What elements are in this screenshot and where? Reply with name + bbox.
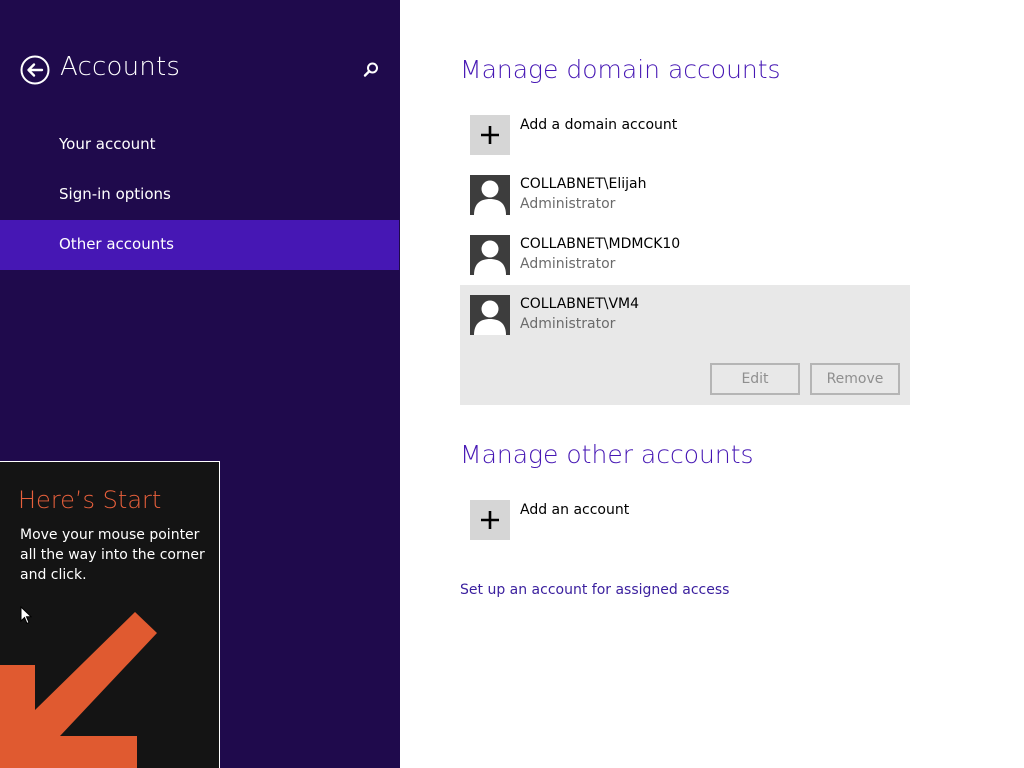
sidebar-item-sign-in-options[interactable]: Sign-in options (0, 170, 399, 220)
add-account-button[interactable]: Add an account (470, 500, 830, 540)
add-account-label: Add an account (520, 502, 630, 518)
account-role: Administrator (520, 196, 616, 212)
account-role: Administrator (520, 256, 616, 272)
account-item-elijah[interactable]: COLLABNET\Elijah Administrator (460, 165, 910, 225)
start-tip-title: Here’s Start (18, 486, 162, 514)
add-domain-account-button[interactable]: Add a domain account (470, 115, 830, 155)
start-tip-overlay: Here’s Start Move your mouse pointer all… (0, 461, 220, 768)
sidebar-item-your-account[interactable]: Your account (0, 120, 399, 170)
user-avatar-icon (470, 295, 510, 335)
edit-button[interactable]: Edit (710, 363, 800, 395)
start-tip-body: Move your mouse pointer all the way into… (20, 527, 205, 583)
search-icon[interactable] (362, 61, 380, 79)
plus-tile (470, 115, 510, 155)
main-content: Manage domain accounts Add a domain acco… (400, 0, 1024, 768)
account-name: COLLABNET\Elijah (520, 176, 647, 192)
sidebar-item-label: Other accounts (59, 235, 174, 253)
section-title-other: Manage other accounts (460, 440, 754, 469)
account-item-mdmck10[interactable]: COLLABNET\MDMCK10 Administrator (460, 225, 910, 285)
sidebar-item-label: Your account (59, 135, 156, 153)
plus-icon (481, 126, 499, 144)
back-icon[interactable] (20, 55, 50, 85)
plus-icon (481, 511, 499, 529)
user-avatar-icon (470, 175, 510, 215)
add-domain-account-label: Add a domain account (520, 117, 678, 133)
sidebar-item-other-accounts[interactable]: Other accounts (0, 220, 399, 270)
page-title: Accounts (60, 52, 181, 82)
plus-tile (470, 500, 510, 540)
section-title-domain: Manage domain accounts (460, 55, 781, 84)
account-role: Administrator (520, 316, 616, 332)
remove-button[interactable]: Remove (810, 363, 900, 395)
sidebar-item-label: Sign-in options (59, 185, 171, 203)
account-name: COLLABNET\MDMCK10 (520, 236, 681, 252)
assigned-access-link[interactable]: Set up an account for assigned access (460, 582, 729, 598)
down-left-arrow-icon (0, 610, 219, 768)
user-avatar-icon (470, 235, 510, 275)
account-name: COLLABNET\VM4 (520, 296, 640, 312)
account-item-vm4[interactable]: COLLABNET\VM4 Administrator Edit Remove (460, 285, 910, 405)
